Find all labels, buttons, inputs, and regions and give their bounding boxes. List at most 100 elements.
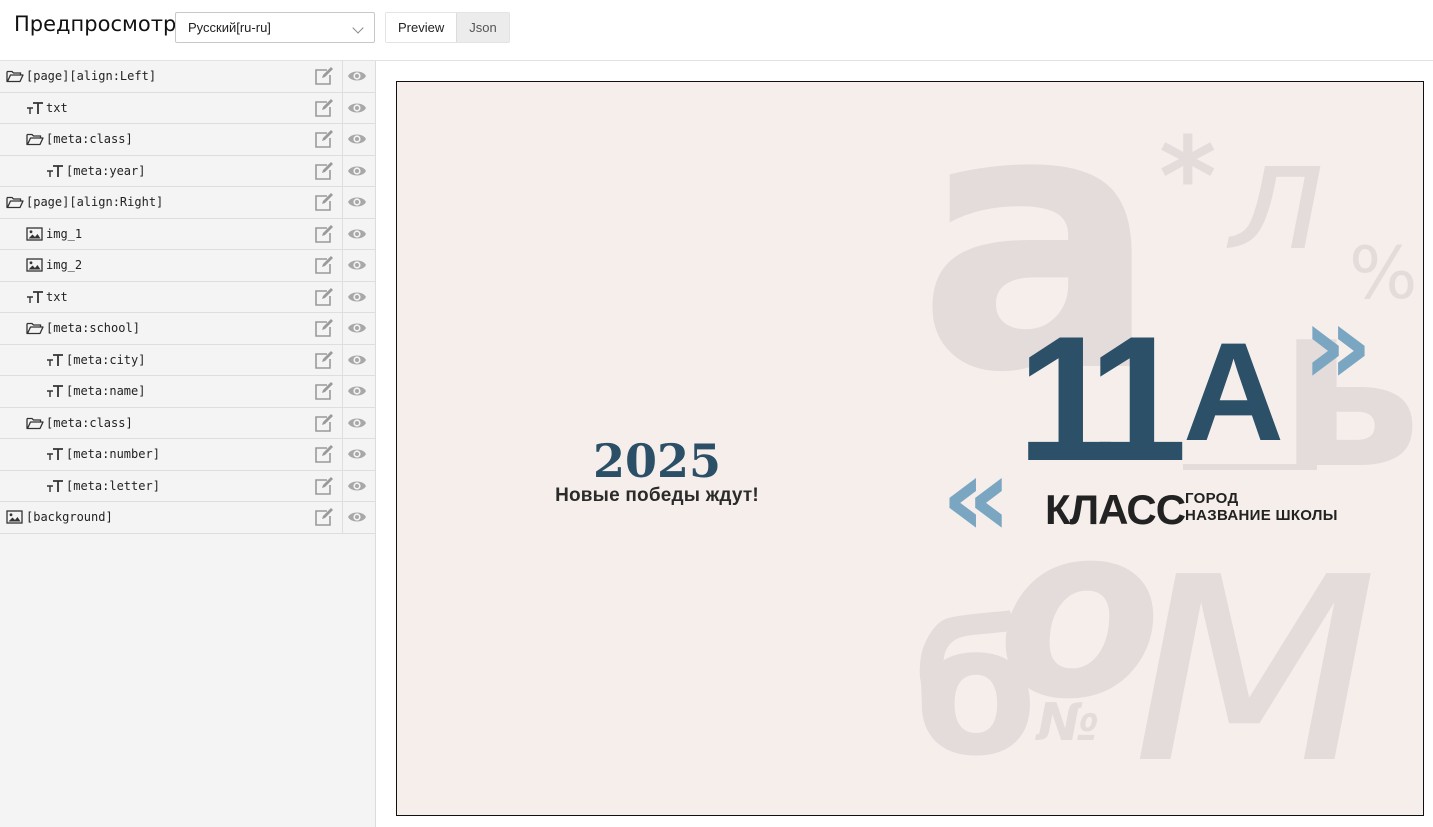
eye-icon[interactable] — [347, 415, 367, 431]
edit-icon[interactable] — [314, 224, 334, 244]
eye-icon[interactable] — [347, 226, 367, 242]
tree-row[interactable]: txt — [0, 281, 375, 313]
tree-node-label: [meta:city] — [66, 352, 146, 367]
edit-icon[interactable] — [314, 161, 334, 181]
eye-icon[interactable] — [347, 100, 367, 116]
edit-icon[interactable] — [314, 98, 334, 118]
toolbar: Предпросмотр Русский[ru-ru] Preview Json — [0, 0, 1433, 61]
edit-icon[interactable] — [314, 508, 334, 527]
tagline-text: Новые победы ждут! — [555, 485, 759, 506]
tree-node-label: [page][align:Right] — [26, 195, 164, 209]
row-divider — [342, 376, 343, 407]
tree-node-label: [meta:name] — [66, 384, 146, 398]
edit-icon[interactable] — [314, 256, 334, 275]
edit-icon[interactable] — [314, 67, 334, 86]
edit-icon[interactable] — [314, 413, 334, 433]
edit-icon[interactable] — [314, 130, 334, 149]
tab-json[interactable]: Json — [457, 13, 508, 42]
quote-close-mark: » — [1302, 281, 1374, 409]
tree-row[interactable]: [meta:city] — [0, 344, 375, 376]
folder-open-icon — [26, 416, 44, 430]
tree-node: [page][align:Left] — [6, 69, 156, 83]
eye-icon[interactable] — [347, 257, 367, 273]
layer-tree: [page][align:Left] txt [meta:class] [meta:y… — [0, 61, 376, 827]
tree-row[interactable]: [meta:name] — [0, 376, 375, 408]
folder-open-icon — [6, 195, 24, 209]
text-type-icon — [46, 479, 64, 493]
tree-row[interactable]: [meta:year] — [0, 155, 375, 187]
tree-row[interactable]: img_2 — [0, 250, 375, 282]
tree-row[interactable]: img_1 — [0, 218, 375, 250]
tree-node-label: txt — [46, 289, 68, 304]
row-divider — [342, 407, 343, 438]
text-type-icon — [46, 164, 64, 178]
text-type-icon — [46, 384, 64, 398]
eye-icon[interactable] — [347, 446, 367, 462]
tree-node: txt — [26, 101, 68, 115]
eye-icon[interactable] — [347, 320, 367, 336]
eye-icon[interactable] — [347, 383, 367, 399]
year-text: 2025 — [592, 434, 722, 488]
tree-node-label: [meta:school] — [46, 321, 140, 335]
tree-row[interactable]: txt — [0, 92, 375, 124]
eye-icon[interactable] — [347, 509, 367, 525]
tree-row[interactable]: [meta:number] — [0, 439, 375, 471]
row-divider — [342, 155, 343, 186]
page-title: Предпросмотр — [14, 12, 177, 36]
row-divider — [342, 470, 343, 501]
tree-row[interactable]: [meta:school] — [0, 313, 375, 345]
tree-node: [meta:class] — [26, 132, 133, 146]
edit-icon[interactable] — [314, 350, 334, 370]
eye-icon[interactable] — [347, 163, 367, 179]
tree-row[interactable]: [meta:letter] — [0, 470, 375, 502]
language-select[interactable]: Русский[ru-ru] — [175, 12, 375, 43]
tree-node-label: img_2 — [46, 258, 83, 272]
background-glyph: * — [1159, 113, 1217, 241]
eye-icon[interactable] — [347, 352, 367, 368]
city-text: ГОРОД — [1185, 490, 1239, 507]
background-glyph: № — [1037, 693, 1100, 753]
tree-row[interactable]: [meta:class] — [0, 124, 375, 156]
text-type-icon — [46, 447, 64, 461]
tree-row[interactable]: [page][align:Left] — [0, 61, 375, 93]
tree-node-label: [meta:class] — [46, 415, 133, 430]
row-divider — [342, 187, 343, 218]
tree-node: [page][align:Right] — [6, 195, 163, 209]
folder-open-icon — [26, 321, 44, 335]
row-divider — [342, 281, 343, 312]
tree-node-label: [meta:number] — [66, 447, 160, 461]
eye-icon[interactable] — [347, 68, 367, 84]
row-divider — [342, 218, 343, 249]
text-type-icon — [26, 290, 44, 304]
row-divider — [342, 250, 343, 281]
tree-row[interactable]: [meta:class] — [0, 407, 375, 439]
background-glyph: л — [1229, 110, 1325, 284]
class-letter: А — [1183, 313, 1285, 470]
edit-icon[interactable] — [314, 319, 334, 338]
edit-icon[interactable] — [314, 382, 334, 401]
edit-icon[interactable] — [314, 287, 334, 307]
tab-preview[interactable]: Preview — [386, 13, 458, 42]
row-divider — [342, 313, 343, 344]
eye-icon[interactable] — [347, 478, 367, 494]
chevron-down-icon — [352, 22, 364, 34]
edit-icon[interactable] — [314, 476, 334, 496]
eye-icon[interactable] — [347, 194, 367, 210]
tree-node-label: [background] — [26, 510, 113, 524]
tree-node: [meta:number] — [46, 447, 160, 461]
row-divider — [342, 502, 343, 533]
eye-icon[interactable] — [347, 289, 367, 305]
tree-node: [meta:year] — [46, 164, 145, 178]
eye-icon[interactable] — [347, 131, 367, 147]
text-type-icon — [26, 101, 44, 115]
quote-open-mark: « — [941, 433, 1013, 561]
school-name-text: НАЗВАНИЕ ШКОЛЫ — [1185, 507, 1338, 524]
folder-open-icon — [26, 132, 44, 146]
tree-row[interactable]: [page][align:Right] — [0, 187, 375, 219]
edit-icon[interactable] — [314, 193, 334, 212]
tree-node-label: img_1 — [46, 226, 83, 241]
tree-row[interactable]: [background] — [0, 502, 375, 534]
text-type-icon — [46, 353, 64, 367]
tree-node: img_1 — [26, 227, 82, 241]
edit-icon[interactable] — [314, 445, 334, 464]
